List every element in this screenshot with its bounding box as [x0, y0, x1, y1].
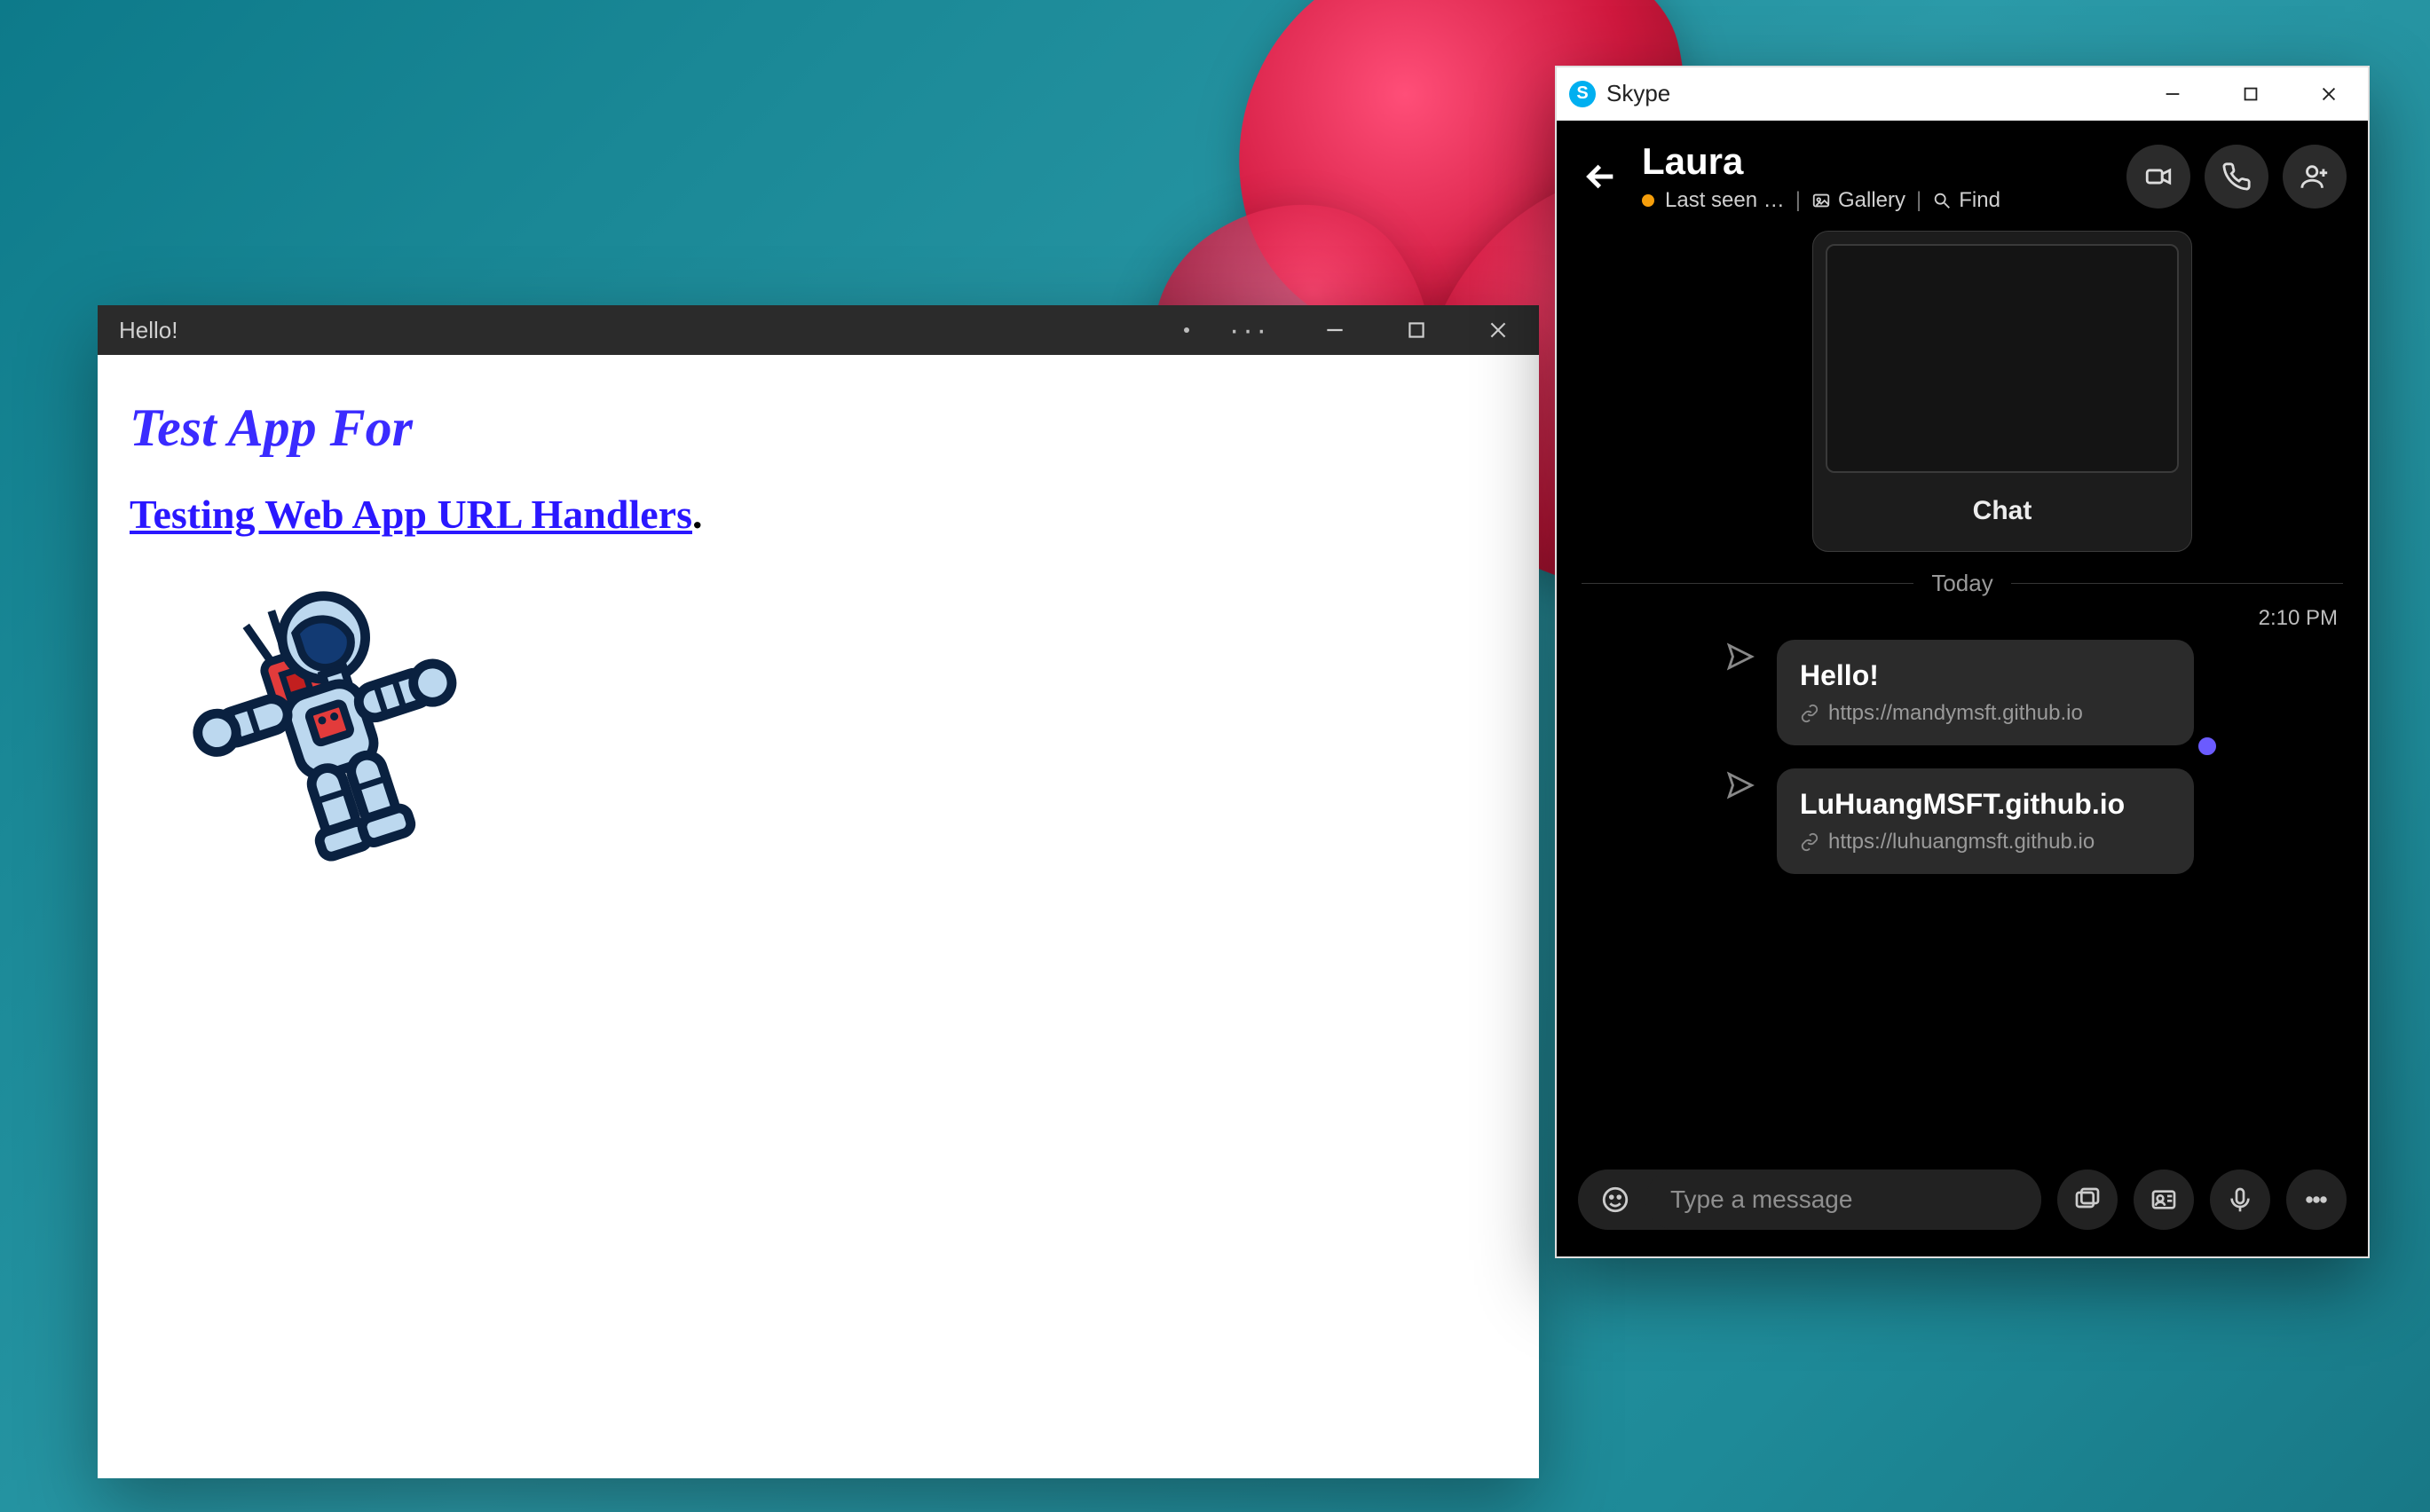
find-link[interactable]: Find: [1932, 188, 2000, 213]
dot-icon: [1184, 327, 1189, 333]
emoji-button[interactable]: [1585, 1169, 1645, 1230]
contact-block[interactable]: Laura Last seen … | Gallery |: [1642, 140, 2110, 213]
maximize-icon: [1405, 319, 1428, 342]
chat-scroll[interactable]: Chat Today 2:10 PM Hello! https://mandym: [1557, 231, 2368, 1150]
link-icon: [1800, 704, 1819, 723]
pwa-window-title: Hello!: [119, 317, 178, 344]
message-timestamp: 2:10 PM: [1582, 606, 2338, 631]
video-call-button[interactable]: [2126, 145, 2190, 209]
sent-indicator: [1725, 770, 1755, 800]
close-icon: [2319, 84, 2339, 104]
minimize-icon: [1323, 319, 1346, 342]
message-out[interactable]: LuHuangMSFT.github.io https://luhuangmsf…: [1777, 768, 2194, 874]
message-url: https://mandymsft.github.io: [1828, 701, 2083, 726]
message-url-line: https://mandymsft.github.io: [1800, 701, 2171, 726]
media-icon: [2073, 1185, 2102, 1214]
pwa-maximize-button[interactable]: [1376, 305, 1457, 355]
day-separator-label: Today: [1931, 570, 1992, 597]
skype-close-button[interactable]: [2290, 67, 2368, 121]
mic-icon: [2226, 1185, 2254, 1214]
minimize-icon: [2163, 84, 2182, 104]
contact-meta: Last seen … | Gallery | Find: [1642, 188, 2110, 213]
message-input[interactable]: [1645, 1169, 2041, 1230]
more-icon: ···: [1229, 313, 1270, 348]
add-person-icon: [2300, 161, 2330, 192]
sent-icon: [1725, 642, 1755, 672]
gallery-label: Gallery: [1838, 188, 1905, 213]
pwa-titlebar[interactable]: Hello! ···: [98, 305, 1539, 355]
phone-icon: [2221, 161, 2252, 192]
meta-separator: |: [1916, 188, 1921, 213]
pwa-heading: Test App For: [130, 398, 1507, 459]
gallery-link[interactable]: Gallery: [1811, 188, 1905, 213]
contact-name: Laura: [1642, 140, 2110, 183]
link-icon: [1800, 832, 1819, 852]
sent-icon: [1725, 770, 1755, 800]
skype-logo-icon: S: [1569, 81, 1596, 107]
pwa-identity-button[interactable]: [1168, 305, 1212, 355]
skype-maximize-button[interactable]: [2212, 67, 2290, 121]
maximize-icon: [2241, 84, 2260, 104]
arrow-left-icon: [1583, 159, 1619, 194]
search-icon: [1932, 191, 1952, 210]
message-out[interactable]: Hello! https://mandymsft.github.io: [1777, 640, 2194, 745]
message-url: https://luhuangmsft.github.io: [1828, 830, 2095, 854]
pwa-window: Hello! ··· Test App For Testing Web App …: [98, 305, 1539, 1478]
add-people-button[interactable]: [2283, 145, 2347, 209]
last-seen-text: Last seen …: [1665, 188, 1785, 213]
pwa-close-button[interactable]: [1457, 305, 1539, 355]
status-dot-icon: [1642, 194, 1654, 207]
pwa-period: .: [692, 492, 703, 537]
message-title: LuHuangMSFT.github.io: [1800, 788, 2171, 821]
gallery-icon: [1811, 191, 1831, 210]
media-button[interactable]: [2057, 1169, 2118, 1230]
sent-indicator: [1725, 642, 1755, 672]
more-icon: [2302, 1185, 2331, 1214]
status-item: Last seen …: [1642, 188, 1785, 213]
find-label: Find: [1959, 188, 2000, 213]
skype-minimize-button[interactable]: [2134, 67, 2212, 121]
message-url-line: https://luhuangmsft.github.io: [1800, 830, 2171, 854]
chat-header: Laura Last seen … | Gallery |: [1557, 121, 2368, 231]
contact-card-button[interactable]: [2134, 1169, 2194, 1230]
link-preview-thumb: [1826, 244, 2179, 473]
emoji-icon: [1600, 1185, 1630, 1215]
close-icon: [1487, 319, 1510, 342]
skype-body: Laura Last seen … | Gallery |: [1557, 121, 2368, 1256]
pwa-minimize-button[interactable]: [1294, 305, 1376, 355]
pwa-subheading: Testing Web App URL Handlers.: [130, 491, 1507, 538]
skype-window: S Skype Laura: [1555, 66, 2370, 1258]
message-input-wrap[interactable]: [1578, 1169, 2041, 1230]
pwa-more-button[interactable]: ···: [1212, 305, 1294, 355]
day-separator: Today: [1582, 570, 2343, 597]
link-preview-card[interactable]: Chat: [1812, 231, 2192, 552]
composer: [1557, 1150, 2368, 1256]
video-icon: [2143, 161, 2174, 192]
more-options-button[interactable]: [2286, 1169, 2347, 1230]
pwa-content: Test App For Testing Web App URL Handler…: [98, 355, 1539, 943]
back-button[interactable]: [1576, 152, 1626, 201]
link-preview-caption: Chat: [1813, 473, 2191, 551]
meta-separator: |: [1795, 188, 1801, 213]
skype-titlebar[interactable]: S Skype: [1557, 67, 2368, 121]
contact-card-icon: [2150, 1185, 2178, 1214]
desktop: Hello! ··· Test App For Testing Web App …: [0, 0, 2430, 1512]
astronaut-image: [149, 577, 1507, 901]
message-title: Hello!: [1800, 659, 2171, 692]
skype-app-name: Skype: [1606, 80, 1670, 107]
voice-message-button[interactable]: [2210, 1169, 2270, 1230]
audio-call-button[interactable]: [2205, 145, 2268, 209]
read-receipt-avatar: [2196, 735, 2219, 758]
header-actions: [2126, 145, 2347, 209]
pwa-link[interactable]: Testing Web App URL Handlers: [130, 492, 692, 537]
